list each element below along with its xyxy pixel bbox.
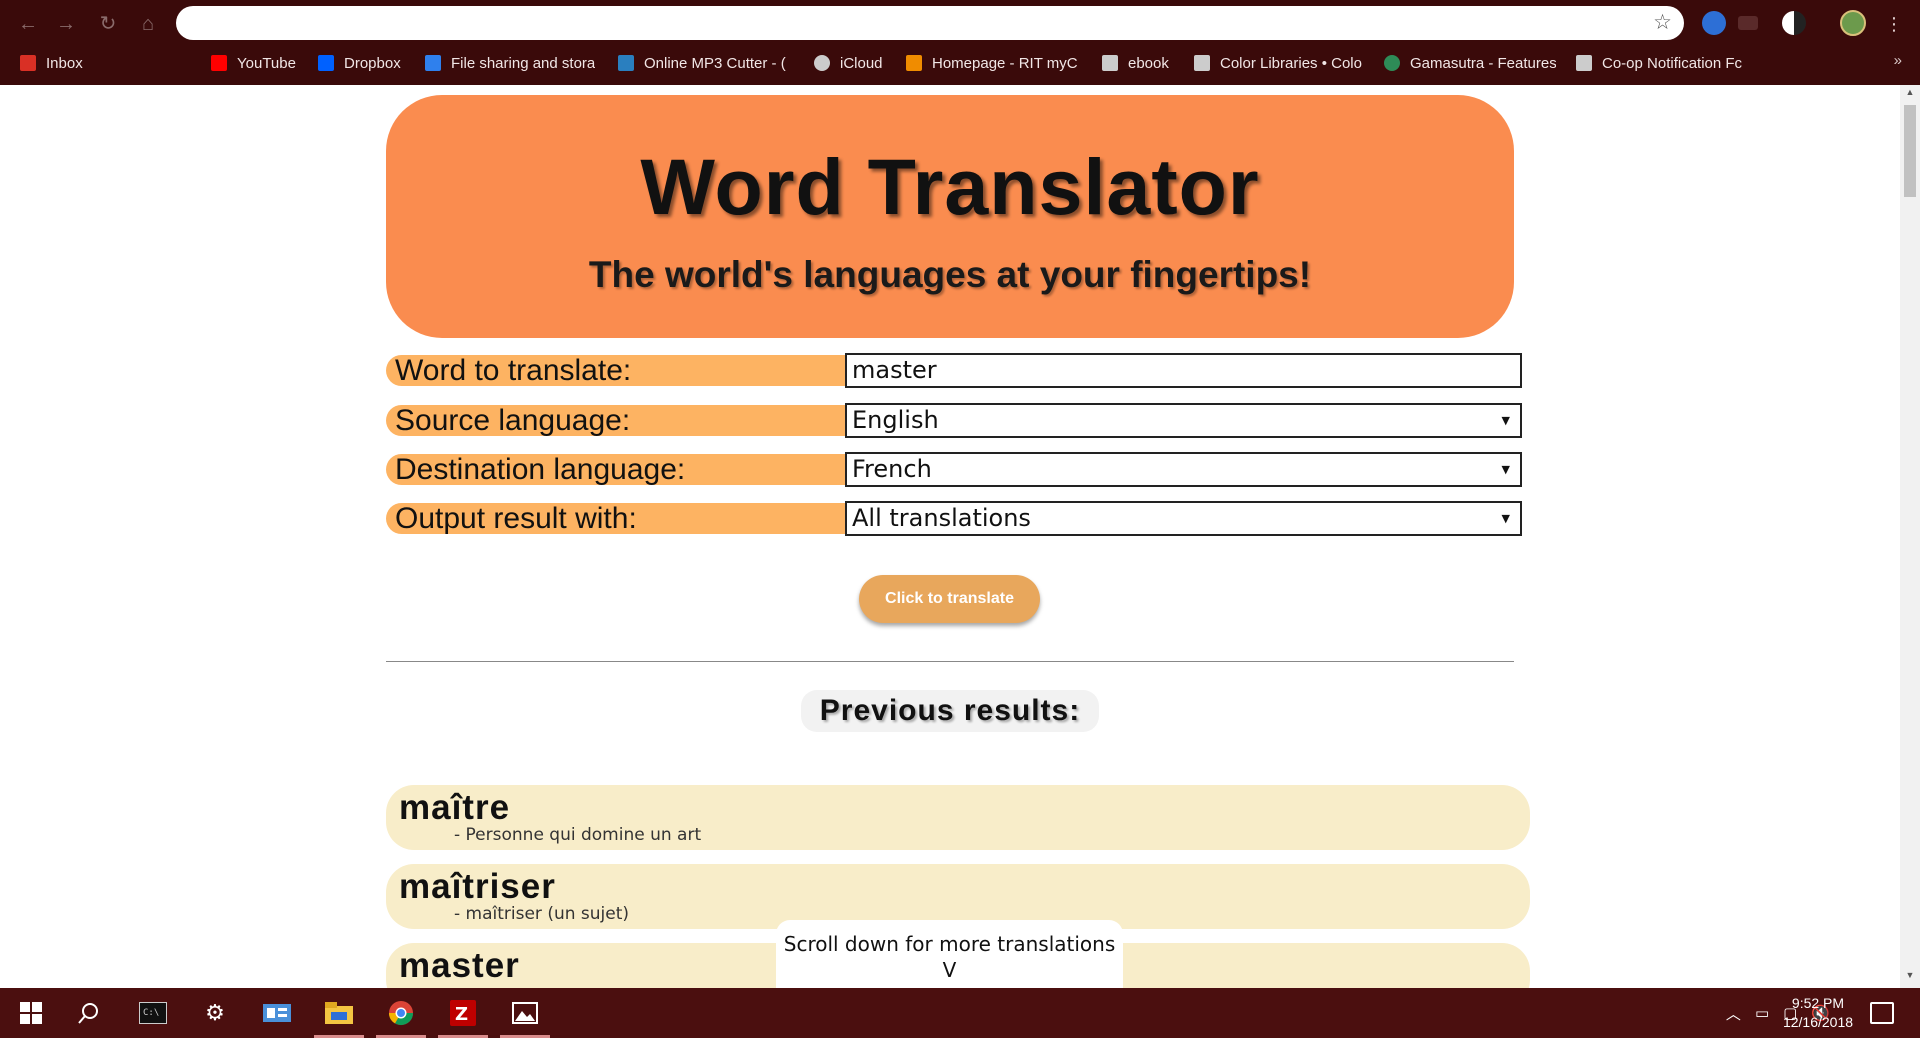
search-icon[interactable]	[58, 988, 120, 1038]
dropbox-icon	[318, 55, 334, 71]
bookmarks-overflow-button[interactable]: »	[1894, 52, 1902, 69]
bookmark-file-sharing[interactable]: File sharing and stora	[425, 50, 597, 76]
source-language-select[interactable]: English ▼	[845, 403, 1522, 438]
forward-arrow-icon[interactable]: →	[52, 10, 80, 38]
destination-language-row: Destination language: French ▼	[386, 452, 1522, 487]
rit-icon	[906, 55, 922, 71]
bookmark-inbox[interactable]: Inbox	[20, 50, 170, 76]
chevron-up-icon[interactable]: ︿	[1726, 1003, 1741, 1024]
output-mode-row: Output result with: All translations ▼	[386, 501, 1522, 536]
result-word: maître	[399, 788, 511, 827]
notification-center-icon[interactable]	[1870, 1002, 1894, 1024]
bookmark-youtube[interactable]: YouTube	[211, 50, 307, 76]
source-language-value: English	[852, 406, 939, 434]
result-definition: - maîtriser (un sujet)	[454, 904, 630, 924]
menu-dots-icon[interactable]: ⋮	[1880, 10, 1908, 38]
taskbar-clock[interactable]: 9:52 PM 12/16/2018	[1770, 994, 1866, 1032]
translate-button[interactable]: Click to translate	[859, 575, 1040, 623]
page-icon	[1102, 55, 1118, 71]
terminal-icon[interactable]: C:\	[122, 988, 184, 1038]
youtube-icon	[211, 55, 227, 71]
svg-text:C:\: C:\	[143, 1008, 159, 1018]
battery-icon[interactable]: ▭	[1755, 1004, 1769, 1022]
scroll-down-notice: Scroll down for more translations V	[776, 920, 1123, 988]
apple-icon	[814, 55, 830, 71]
control-panel-icon[interactable]	[246, 988, 308, 1038]
caret-down-icon: ▼	[1501, 463, 1510, 476]
section-divider	[386, 661, 1514, 662]
bookmark-gamasutra[interactable]: Gamasutra - Features	[1384, 50, 1556, 76]
destination-language-label: Destination language:	[386, 454, 846, 485]
url-input[interactable]	[196, 11, 1616, 35]
chrome-icon[interactable]	[370, 988, 432, 1038]
clock-date: 12/16/2018	[1782, 1014, 1854, 1030]
source-language-row: Source language: English ▼	[386, 403, 1522, 438]
bookmark-star-icon[interactable]: ☆	[1653, 10, 1672, 36]
page-scrollbar[interactable]: ▲ ▼	[1900, 85, 1920, 988]
svg-text:Z: Z	[455, 1004, 468, 1025]
mp3-cutter-icon	[618, 55, 634, 71]
back-arrow-icon[interactable]: ←	[14, 10, 42, 38]
bookmark-dropbox[interactable]: Dropbox	[318, 50, 418, 76]
settings-gear-icon[interactable]: ⚙	[184, 988, 246, 1038]
word-row: Word to translate: master	[386, 353, 1522, 388]
address-bar[interactable]: ☆	[176, 6, 1684, 40]
previous-results-heading: Previous results:	[801, 690, 1099, 732]
scrollbar-thumb[interactable]	[1904, 105, 1916, 197]
page-icon	[1576, 55, 1592, 71]
file-sharing-icon	[425, 55, 441, 71]
filezilla-icon[interactable]: Z	[432, 988, 494, 1038]
page-viewport: Word Translator The world's languages at…	[0, 85, 1900, 988]
gamasutra-icon	[1384, 55, 1400, 71]
bookmark-mp3-cutter[interactable]: Online MP3 Cutter - (	[618, 50, 790, 76]
scroll-notice-text: Scroll down for more translations	[783, 932, 1116, 956]
bookmark-ebook[interactable]: ebook	[1102, 50, 1202, 76]
result-word: maîtriser	[399, 867, 556, 906]
result-definition: - Personne qui domine un art	[454, 825, 702, 845]
page-title: Word Translator	[640, 142, 1260, 231]
scroll-up-arrow-icon[interactable]: ▲	[1900, 87, 1920, 103]
output-mode-label: Output result with:	[386, 503, 846, 534]
source-language-label: Source language:	[386, 405, 846, 436]
search-extension-icon[interactable]	[1702, 11, 1726, 35]
extension-icon[interactable]	[1738, 16, 1758, 30]
page-icon	[1194, 55, 1210, 71]
result-word: master	[399, 946, 520, 985]
windows-taskbar: C:\ ⚙ Z ︿ ▭ ▢ 🔇 9:52 PM 12/16/2018	[0, 988, 1920, 1038]
scroll-notice-arrow: V	[942, 958, 957, 982]
scroll-down-arrow-icon[interactable]: ▼	[1900, 970, 1920, 986]
file-explorer-icon[interactable]	[308, 988, 370, 1038]
bookmark-color-libraries[interactable]: Color Libraries • Colo	[1194, 50, 1366, 76]
output-mode-value: All translations	[852, 504, 1031, 532]
word-label: Word to translate:	[386, 355, 846, 386]
output-mode-select[interactable]: All translations ▼	[845, 501, 1522, 536]
page-subtitle: The world's languages at your fingertips…	[588, 254, 1312, 295]
windows-start-icon[interactable]	[0, 988, 62, 1038]
destination-language-select[interactable]: French ▼	[845, 452, 1522, 487]
caret-down-icon: ▼	[1501, 512, 1510, 525]
photos-icon[interactable]	[494, 988, 556, 1038]
browser-toolbar: ← → ↻ ⌂ ☆ ⋮	[0, 0, 1920, 46]
gmail-icon	[20, 55, 36, 71]
destination-language-value: French	[852, 455, 932, 483]
reload-icon[interactable]: ↻	[94, 10, 122, 38]
bookmarks-bar: Inbox YouTube Dropbox File sharing and s…	[0, 50, 1920, 76]
clock-time: 9:52 PM	[1791, 995, 1845, 1011]
dark-mode-extension-icon[interactable]	[1782, 11, 1806, 35]
profile-avatar[interactable]	[1840, 10, 1866, 36]
bookmark-icloud[interactable]: iCloud	[814, 50, 914, 76]
bookmark-rit-homepage[interactable]: Homepage - RIT myC	[906, 50, 1078, 76]
result-item: maître - Personne qui domine un art	[386, 785, 1530, 850]
bookmark-coop-notification[interactable]: Co-op Notification Fc	[1576, 50, 1754, 76]
browser-chrome: ← → ↻ ⌂ ☆ ⋮ Inbox YouTube Dropbox File s…	[0, 0, 1920, 85]
site-header: Word Translator The world's languages at…	[386, 95, 1514, 338]
word-input[interactable]: master	[845, 353, 1522, 388]
home-icon[interactable]: ⌂	[134, 10, 162, 38]
caret-down-icon: ▼	[1501, 414, 1510, 427]
